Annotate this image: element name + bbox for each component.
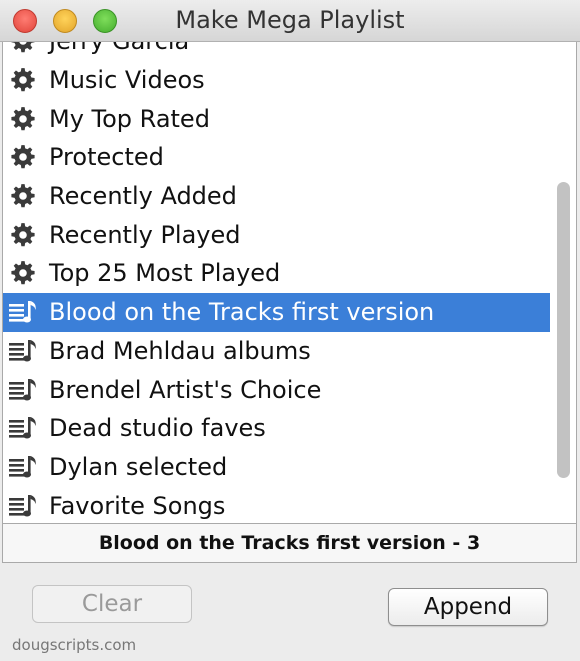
gear-icon — [7, 259, 39, 287]
playlist-row-label: Favorite Songs — [49, 491, 226, 520]
window-title: Make Mega Playlist — [175, 6, 405, 34]
playlist-row[interactable]: Protected — [3, 138, 550, 177]
playlist-row[interactable]: Recently Added — [3, 177, 550, 216]
playlist-icon — [7, 492, 39, 520]
gear-icon — [7, 143, 39, 171]
playlist-row-label: Dylan selected — [49, 452, 228, 481]
gear-icon — [7, 182, 39, 210]
playlist-row-label: Blood on the Tracks first version — [49, 298, 435, 327]
playlist-rows: Jerry Garcia Music Videos My Top Rated Prot… — [3, 42, 550, 523]
playlist-icon — [7, 376, 39, 404]
append-button[interactable]: Append — [388, 588, 548, 626]
playlist-row-label: Jerry Garcia — [49, 42, 189, 55]
footer-credit: dougscripts.com — [12, 636, 137, 654]
playlist-row[interactable]: Jerry Garcia — [3, 42, 550, 61]
playlist-icon — [7, 453, 39, 481]
playlist-row-label: Brendel Artist's Choice — [49, 375, 322, 404]
playlist-row-label: Top 25 Most Played — [49, 259, 281, 288]
gear-icon — [7, 221, 39, 249]
title-bar[interactable]: Make Mega Playlist — [0, 0, 580, 42]
playlist-icon — [7, 337, 39, 365]
gear-icon — [7, 42, 39, 55]
playlist-row[interactable]: Recently Played — [3, 215, 550, 254]
clear-button[interactable]: Clear — [32, 585, 192, 623]
playlist-row-label: Recently Added — [49, 182, 237, 211]
playlist-row-selected[interactable]: Blood on the Tracks first version — [3, 292, 550, 332]
playlist-row-label: Music Videos — [49, 66, 205, 95]
playlist-row-label: My Top Rated — [49, 104, 210, 133]
playlist-row-label: Dead studio faves — [49, 414, 266, 443]
gear-icon — [7, 105, 39, 133]
playlist-list[interactable]: Jerry Garcia Music Videos My Top Rated Prot… — [2, 42, 577, 523]
playlist-row[interactable]: Dead studio faves — [3, 409, 550, 448]
playlist-row[interactable]: Brad Mehldau albums — [3, 332, 550, 371]
gear-icon — [7, 66, 39, 94]
playlist-row-label: Recently Played — [49, 220, 241, 249]
playlist-row[interactable]: Brendel Artist's Choice — [3, 370, 550, 409]
scrollbar-thumb[interactable] — [557, 182, 570, 478]
app-window: Make Mega Playlist Jerry Garcia Music Vid… — [0, 0, 580, 661]
playlist-icon — [7, 298, 39, 326]
playlist-icon — [7, 414, 39, 442]
playlist-row[interactable]: Music Videos — [3, 61, 550, 100]
selection-status: Blood on the Tracks first version - 3 — [2, 523, 577, 563]
playlist-row[interactable]: Top 25 Most Played — [3, 254, 550, 293]
playlist-row[interactable]: My Top Rated — [3, 99, 550, 138]
playlist-row-label: Protected — [49, 143, 164, 172]
playlist-row-label: Brad Mehldau albums — [49, 336, 311, 365]
playlist-row[interactable]: Dylan selected — [3, 448, 550, 487]
playlist-row[interactable]: Favorite Songs — [3, 486, 550, 523]
